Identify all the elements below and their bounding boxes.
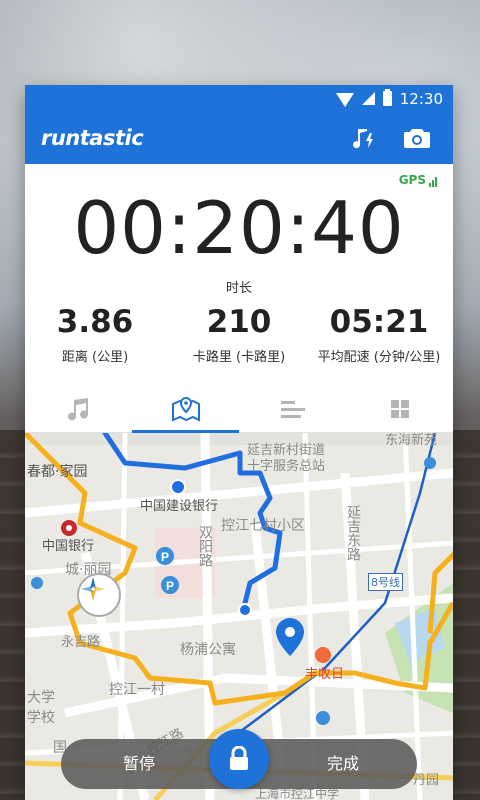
status-time: 12:30 <box>399 89 443 108</box>
stats-panel: GPS 00:20:40 时长 3.86 距离 (公里) 210 卡路里 (卡路… <box>25 164 453 386</box>
camera-button[interactable] <box>397 118 437 158</box>
distance-label: 距离 (公里) <box>61 350 129 365</box>
map-label: 丹园 <box>413 773 440 788</box>
app-bar: runtastic <box>25 112 453 164</box>
subway-line-label: 8号线 <box>368 573 403 591</box>
tab-splits[interactable] <box>239 386 346 432</box>
compass-icon <box>81 577 105 601</box>
svg-text:P: P <box>161 550 169 564</box>
map-label: 十字服务总站 <box>247 459 326 474</box>
map-label: 延吉东路 <box>345 505 361 561</box>
map-label: 杨浦公寓 <box>180 642 236 658</box>
grid-icon <box>390 400 409 418</box>
lock-button[interactable] <box>209 729 269 789</box>
tab-dashboard[interactable] <box>346 386 453 432</box>
tab-bar <box>25 386 453 433</box>
map-label: 中国银行 <box>42 539 95 554</box>
calories-label: 卡路里 (卡路里) <box>192 350 286 365</box>
finish-button[interactable]: 完成 <box>283 739 403 789</box>
wifi-icon <box>335 93 354 107</box>
session-controls: 暂停 完成 <box>61 729 417 789</box>
tab-map[interactable] <box>132 386 239 433</box>
map-label: 东海新苑 <box>385 433 438 448</box>
map-label: 学校 <box>27 710 55 726</box>
distance-value: 3.86 <box>56 304 134 340</box>
map-label: 丰收日 <box>305 667 345 682</box>
list-icon <box>280 401 305 418</box>
map-label: 春都·家园 <box>27 464 88 480</box>
duration-value: 00:20:40 <box>73 186 405 270</box>
camera-icon <box>404 129 430 148</box>
brand-logo: runtastic <box>41 126 144 150</box>
map-label: 控江七村小区 <box>221 518 305 534</box>
music-note-icon <box>67 398 88 421</box>
pace-label: 平均配速 (分钟/公里) <box>317 350 441 365</box>
map-label: 控江一村 <box>109 682 165 698</box>
power-song-button[interactable] <box>345 118 385 158</box>
gps-indicator: GPS <box>399 173 437 187</box>
pace-metric: 05:21 平均配速 (分钟/公里) <box>309 304 449 365</box>
map-label: 双阳路 <box>197 525 213 567</box>
map-label: 永吉路 <box>61 635 101 650</box>
status-bar: 12:30 <box>25 85 453 112</box>
map-icon <box>171 396 200 422</box>
svg-text:P: P <box>166 579 174 593</box>
duration-label: 时长 <box>225 281 252 296</box>
calories-metric: 210 卡路里 (卡路里) <box>169 304 309 365</box>
app-window: 12:30 runtastic GPS 00:20:40 时长 3.86 距离 … <box>25 85 453 800</box>
map-label: 大学 <box>27 690 55 706</box>
pause-button[interactable]: 暂停 <box>79 739 199 789</box>
signal-icon <box>361 92 375 105</box>
lock-icon <box>230 746 248 770</box>
calories-value: 210 <box>206 304 272 340</box>
tab-music[interactable] <box>25 386 132 432</box>
gps-label: GPS <box>398 173 426 187</box>
pace-value: 05:21 <box>329 304 429 340</box>
distance-metric: 3.86 距离 (公里) <box>25 304 165 365</box>
map-label: 中国建设银行 <box>140 499 219 514</box>
battery-icon <box>382 89 392 106</box>
compass-button[interactable] <box>77 573 121 617</box>
music-bolt-icon <box>353 129 373 149</box>
